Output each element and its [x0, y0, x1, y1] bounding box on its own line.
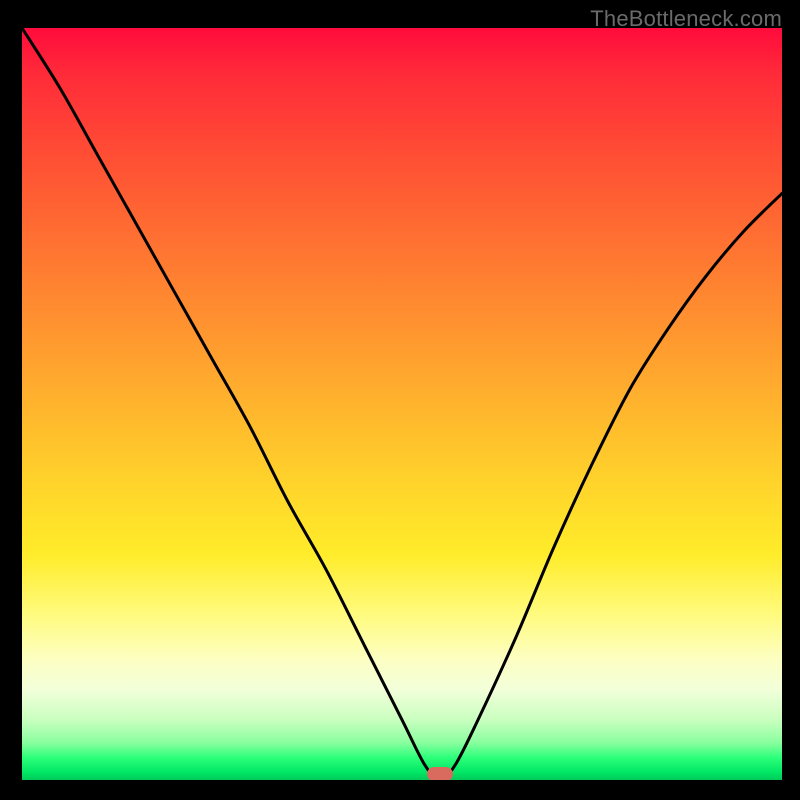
curve-svg	[22, 28, 782, 780]
plot-area	[22, 28, 782, 780]
min-marker	[427, 767, 453, 780]
bottleneck-curve-path	[22, 28, 782, 780]
chart-frame: TheBottleneck.com	[0, 0, 800, 800]
watermark-label: TheBottleneck.com	[590, 6, 782, 32]
